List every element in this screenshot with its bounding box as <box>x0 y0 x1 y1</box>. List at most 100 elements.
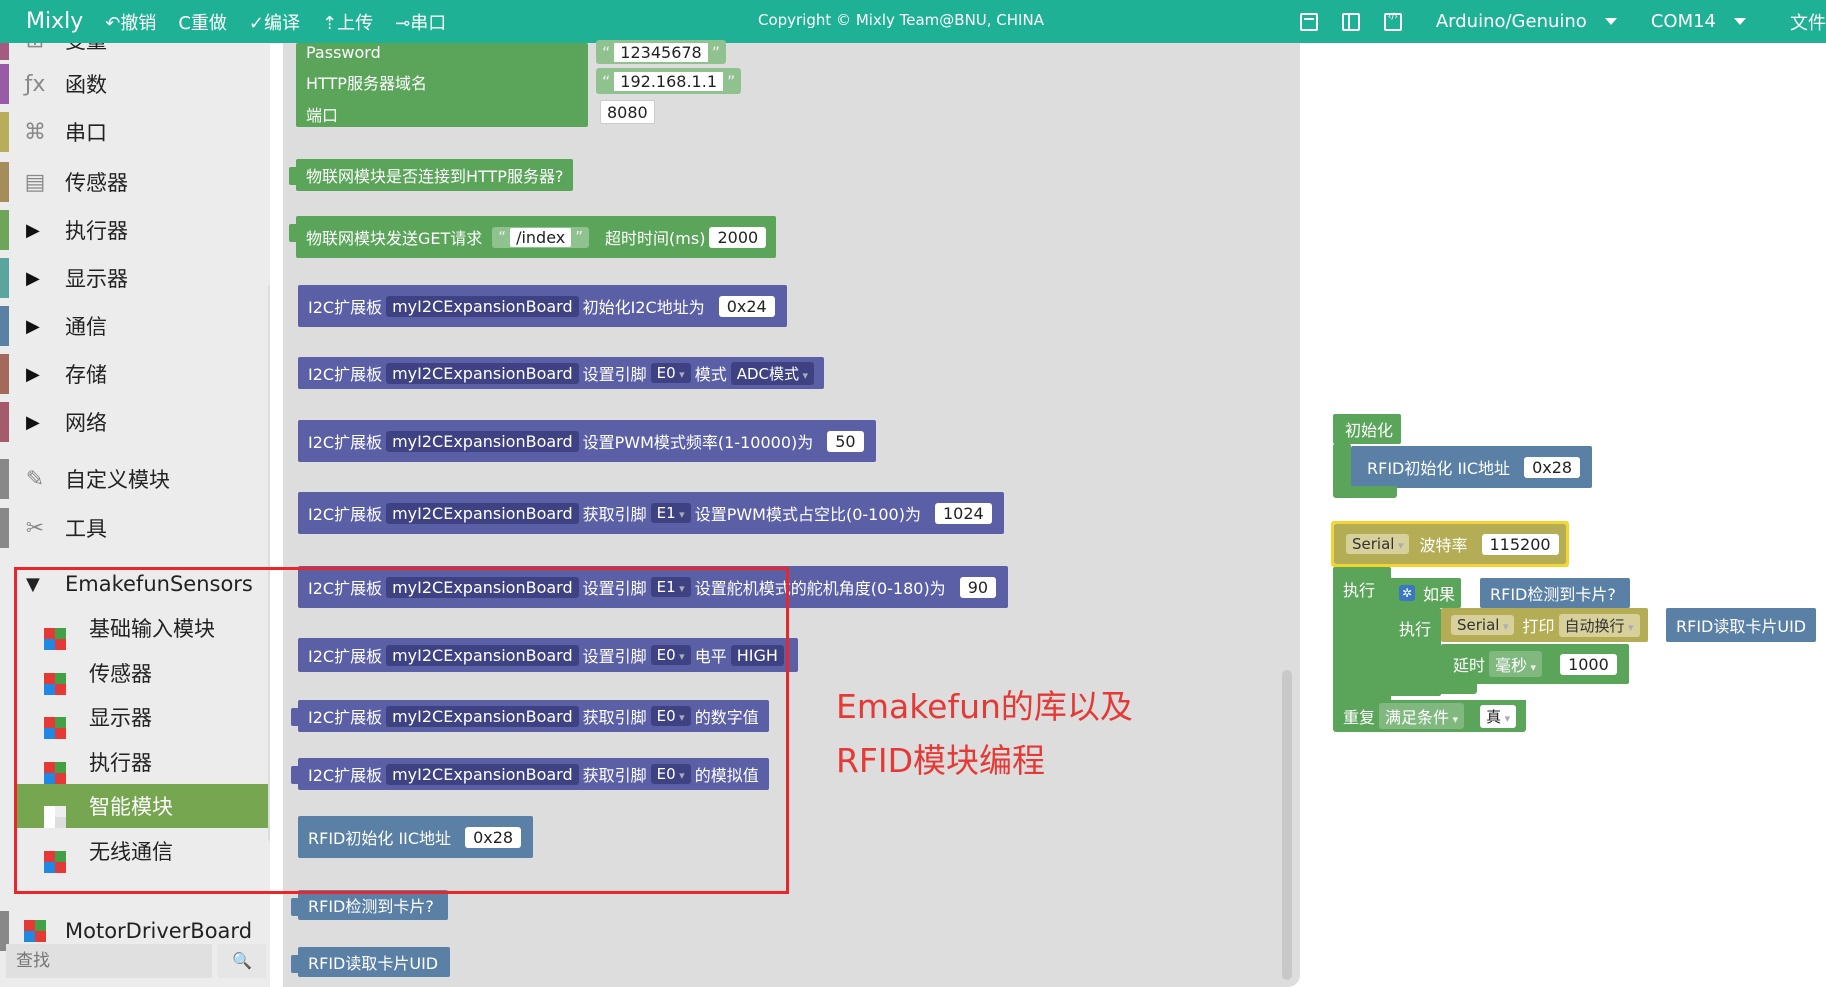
custom-icon: ✎ <box>25 466 45 492</box>
timeout-value[interactable]: 2000 <box>709 226 767 248</box>
workspace-canvas[interactable] <box>1300 43 1826 987</box>
baud-value[interactable]: 115200 <box>1481 533 1559 555</box>
category-stripe <box>0 508 9 548</box>
category-stripe <box>0 459 9 499</box>
sidebar-item-storage[interactable]: ▶ 存储 <box>0 352 268 396</box>
flyout-scrollbar[interactable] <box>1282 670 1292 980</box>
sidebar-item-label: 自定义模块 <box>65 468 170 492</box>
sidebar-item-label: 存储 <box>65 363 107 387</box>
board-name: myI2CExpansionBoard <box>386 295 579 317</box>
split-view-icon[interactable] <box>1341 12 1360 31</box>
iot-connected-block[interactable]: 物联网模块是否连接到HTTP服务器? <box>289 159 574 191</box>
i2c-pwm-freq-block[interactable]: I2C扩展板 myI2CExpansionBoard 设置PWM模式频率(1-1… <box>298 420 876 462</box>
triangle-right-icon: ▶ <box>26 315 40 337</box>
serial-dropdown[interactable]: Serial <box>1346 534 1410 554</box>
connector-nub <box>289 167 297 185</box>
sidebar-item-network[interactable]: ▶ 网络 <box>0 400 268 444</box>
until-dropdown[interactable]: 满足条件 <box>1379 703 1465 729</box>
chevron-down-icon <box>1734 18 1746 25</box>
repeat-until-row[interactable]: 重复 满足条件 真 <box>1333 700 1527 732</box>
setup-block[interactable]: 初始化 <box>1333 414 1401 444</box>
quote-icon: ” <box>575 228 584 246</box>
rfid-detect-block[interactable]: RFID检测到卡片? <box>291 890 448 920</box>
quote-icon: ” <box>711 42 721 62</box>
get-path-string[interactable]: “ /index ” <box>492 226 590 248</box>
sidebar-item-comm[interactable]: ▶ 通信 <box>0 304 268 348</box>
sidebar-item-sensors[interactable]: ▤ 传感器 <box>0 160 268 204</box>
layout-icon[interactable] <box>1299 12 1318 31</box>
code-view-icon[interactable] <box>1383 12 1402 31</box>
i2c-set-mode-block[interactable]: I2C扩展板 myI2CExpansionBoard 设置引脚 E0 模式 AD… <box>298 357 825 389</box>
board-select[interactable]: Arduino/Genuino <box>1436 11 1617 32</box>
serial-print-block[interactable]: Serial 打印 自动换行 <box>1441 608 1648 642</box>
port-select-value: COM14 <box>1650 11 1716 32</box>
i2c-pwm-duty-block[interactable]: I2C扩展板 myI2CExpansionBoard 获取引脚 E1 设置PWM… <box>298 492 1004 534</box>
password-string[interactable]: “ 12345678 ” <box>596 40 727 64</box>
port-number[interactable]: 8080 <box>600 100 655 124</box>
servo-value[interactable]: 90 <box>959 576 997 598</box>
sidebar-item-variables[interactable]: ⊞ 变量 <box>0 43 268 62</box>
iot-connected-label: 物联网模块是否连接到HTTP服务器? <box>306 167 564 186</box>
rfid-uid-block[interactable]: RFID读取卡片UID <box>291 947 451 977</box>
ws-rfid-detect-block[interactable]: RFID检测到卡片? <box>1480 578 1630 608</box>
annotation-text: Emakefun的库以及 RFID模块编程 <box>836 680 1133 788</box>
ms-dropdown[interactable]: 毫秒 <box>1489 651 1543 677</box>
serial-dropdown[interactable]: Serial <box>1451 615 1515 635</box>
sidebar-item-label: MotorDriverBoard <box>65 919 253 943</box>
serial-button[interactable]: ⊸串口 <box>395 9 446 35</box>
copyright-text: Copyright © Mixly Team@BNU, CHINA <box>758 11 1044 29</box>
pwm-duty-value[interactable]: 1024 <box>934 502 992 524</box>
sidebar-item-functions[interactable]: ƒx 函数 <box>0 62 268 106</box>
pwm-freq-label: 设置PWM模式频率(1-10000)为 <box>582 433 814 452</box>
sidebar-item-display[interactable]: ▶ 显示器 <box>0 256 268 300</box>
app-title: Mixly <box>26 9 84 34</box>
ws-rfid-uid-block[interactable]: RFID读取卡片UID <box>1666 608 1817 642</box>
sidebar-item-tools[interactable]: ✂ 工具 <box>0 506 268 550</box>
iot-get-label: 物联网模块发送GET请求 <box>306 229 483 248</box>
newline-dropdown[interactable]: 自动换行 <box>1558 613 1640 637</box>
http-server-string[interactable]: “ 192.168.1.1 ” <box>596 68 742 94</box>
pwm-freq-value[interactable]: 50 <box>827 430 864 452</box>
mode-dropdown[interactable]: ADC模式 <box>730 361 815 385</box>
wifi-config-block[interactable]: Password HTTP服务器域名 端口 <box>296 43 588 127</box>
delay-block[interactable]: 延时 毫秒 1000 <box>1441 644 1629 684</box>
if-block[interactable]: ✲ 如果 <box>1389 578 1462 608</box>
upload-button[interactable]: ⇡上传 <box>322 9 373 35</box>
search-input[interactable] <box>6 944 212 978</box>
sidebar-item-actuators[interactable]: ▶ 执行器 <box>0 208 268 252</box>
rfid-addr-value[interactable]: 0x28 <box>1524 456 1581 478</box>
i2c-init-block[interactable]: I2C扩展板 myI2CExpansionBoard 初始化I2C地址为 0x2… <box>298 285 787 327</box>
rfid-uid-label: RFID读取卡片UID <box>308 954 439 973</box>
pin-dropdown[interactable]: E0 <box>650 363 691 383</box>
compile-button[interactable]: ✓编译 <box>249 9 300 35</box>
category-stripe <box>0 402 9 442</box>
sidebar-item-custom[interactable]: ✎ 自定义模块 <box>0 457 268 501</box>
sidebar-item-serial[interactable]: ⌘ 串口 <box>0 110 268 154</box>
init-addr-label: 初始化I2C地址为 <box>582 298 705 317</box>
print-label: 打印 <box>1522 617 1555 636</box>
category-stripe <box>0 112 9 152</box>
iot-get-block[interactable]: 物联网模块发送GET请求 “ /index ” 超时时间(ms) 2000 <box>289 216 777 258</box>
port-select[interactable]: COM14 <box>1651 11 1746 32</box>
sidebar-item-label: 变量 <box>65 43 107 55</box>
file-menu[interactable]: 文件 <box>1790 9 1826 35</box>
init-addr-value[interactable]: 0x24 <box>718 295 775 317</box>
delay-value[interactable]: 1000 <box>1560 653 1617 675</box>
pin-dropdown[interactable]: E1 <box>650 503 691 523</box>
redo-button[interactable]: C重做 <box>178 9 227 35</box>
board-name: myI2CExpansionBoard <box>386 502 579 524</box>
tools-icon: ✂ <box>25 515 45 541</box>
category-stripe <box>0 210 9 250</box>
i2c-label: I2C扩展板 <box>308 505 383 524</box>
annotation-line-2: RFID模块编程 <box>836 741 1046 780</box>
gear-icon[interactable]: ✲ <box>1399 585 1415 601</box>
cube-icon <box>22 918 48 944</box>
true-dropdown[interactable]: 真 <box>1480 704 1517 728</box>
category-stripe <box>0 354 9 394</box>
setup-block-foot <box>1333 486 1397 498</box>
ws-rfid-init-block[interactable]: RFID初始化 IIC地址 0x28 <box>1351 446 1593 488</box>
undo-button[interactable]: ↶撤销 <box>105 9 156 35</box>
serial-baud-block[interactable]: Serial 波特率 115200 <box>1334 524 1566 564</box>
search-icon[interactable]: 🔍 <box>218 944 266 978</box>
rfid-uid-label: RFID读取卡片UID <box>1676 617 1807 636</box>
